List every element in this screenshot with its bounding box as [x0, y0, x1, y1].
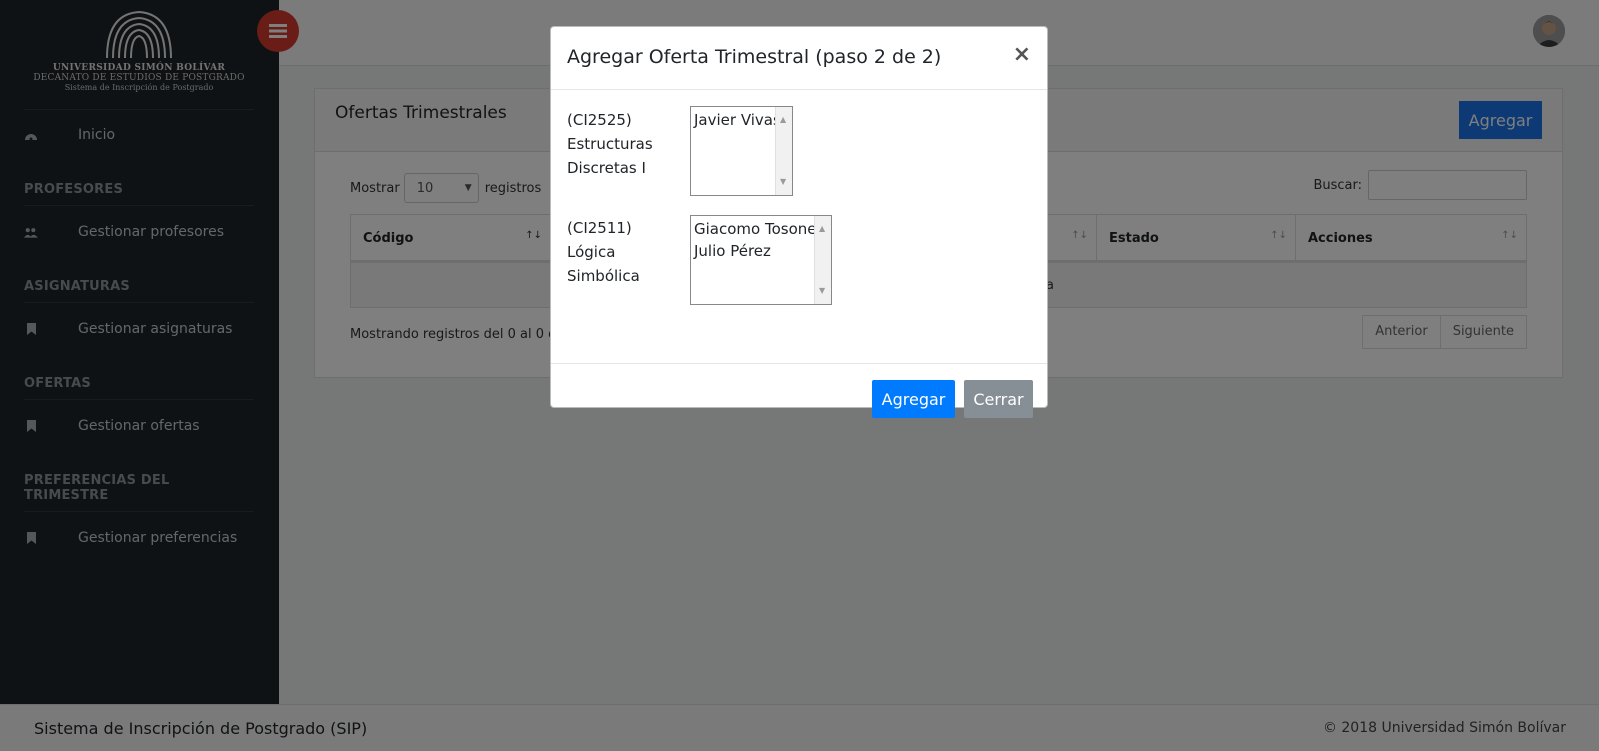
scrollbar[interactable]: ▲ ▼ [775, 107, 792, 195]
scroll-down-icon[interactable]: ▼ [780, 171, 786, 193]
add-offer-modal: Agregar Oferta Trimestral (paso 2 de 2) … [550, 26, 1048, 418]
modal-header: Agregar Oferta Trimestral (paso 2 de 2) … [551, 27, 1047, 90]
modal-footer: Agregar Cerrar [551, 364, 1047, 418]
submit-button[interactable]: Agregar [872, 380, 955, 418]
course-label-ci2511: (CI2511) Lógica Simbólica [567, 219, 640, 285]
modal-body: (CI2525) Estructuras Discretas I Javier … [551, 90, 1047, 364]
scrollbar[interactable]: ▲ ▼ [814, 216, 831, 304]
list-item[interactable]: Julio Pérez [694, 240, 828, 262]
course-label-ci2525: (CI2525) Estructuras Discretas I [567, 111, 653, 177]
professor-select-ci2511[interactable]: Giacomo Tosone Julio Pérez ▲ ▼ [690, 215, 832, 305]
close-button[interactable]: Cerrar [964, 380, 1033, 418]
scroll-up-icon[interactable]: ▲ [819, 218, 825, 240]
scroll-down-icon[interactable]: ▼ [819, 280, 825, 302]
modal-title: Agregar Oferta Trimestral (paso 2 de 2) [567, 46, 942, 68]
list-item[interactable]: Giacomo Tosone [694, 218, 828, 240]
professor-select-ci2525[interactable]: Javier Vivas ▲ ▼ [690, 106, 793, 196]
scroll-up-icon[interactable]: ▲ [780, 109, 786, 131]
close-icon[interactable]: × [1013, 44, 1031, 66]
